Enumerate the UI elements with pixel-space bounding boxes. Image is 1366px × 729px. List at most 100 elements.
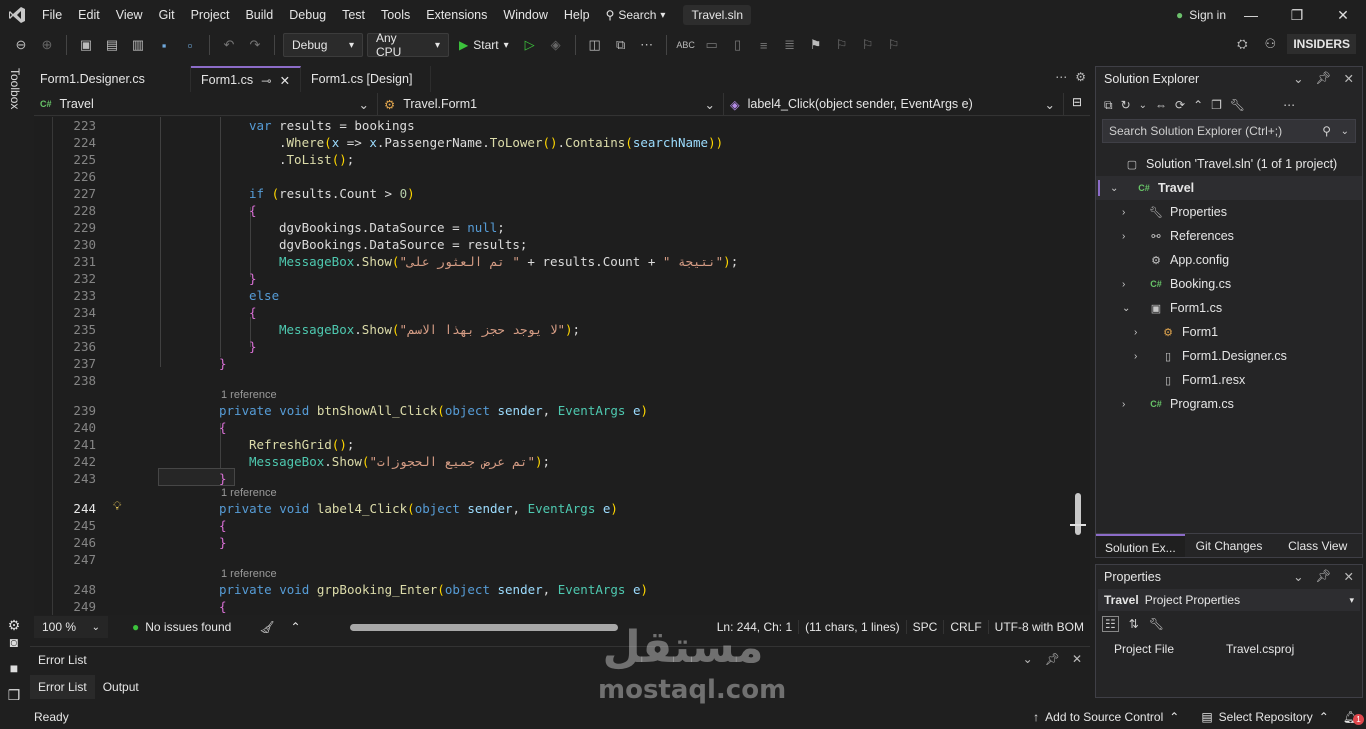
code-line[interactable]: 227 if (results.Count > 0) <box>34 185 1074 202</box>
chevron-right-icon[interactable]: › <box>1134 327 1146 338</box>
close-icon[interactable]: ✕ <box>1072 652 1082 666</box>
file-encoding[interactable]: UTF-8 with BOM <box>987 620 1090 634</box>
menu-tools[interactable]: Tools <box>373 0 418 30</box>
zoom-dropdown[interactable]: 100 % ⌄ <box>34 616 108 638</box>
refresh-icon[interactable]: ⟳ <box>1175 98 1185 112</box>
indent-icon[interactable]: ≡ <box>753 34 775 56</box>
more-icon[interactable]: ⋯ <box>636 34 658 56</box>
code-line[interactable]: 232} <box>34 270 1074 287</box>
platform-dropdown[interactable]: Any CPU ▾ <box>367 31 449 59</box>
categorized-icon[interactable]: ☷ <box>1102 616 1119 632</box>
close-icon[interactable]: ✕ <box>1344 569 1354 584</box>
tab-form1-cs[interactable]: Form1.cs ⊸ ✕ <box>191 66 301 92</box>
save-icon[interactable]: ▪ <box>153 34 175 56</box>
menu-build[interactable]: Build <box>237 0 281 30</box>
chevron-down-icon[interactable]: ⌄ <box>1110 183 1122 194</box>
chevron-down-icon[interactable]: ⌄ <box>1023 652 1033 666</box>
split-editor-icon[interactable]: ⊟ <box>1072 95 1082 115</box>
source-control-button[interactable]: ↑ Add to Source Control ⌃ <box>1033 710 1179 724</box>
menu-project[interactable]: Project <box>183 0 238 30</box>
properties-object-selector[interactable]: Travel Project Properties ▾ <box>1098 589 1360 611</box>
code-line[interactable]: 228 { <box>34 202 1074 219</box>
sign-in-button[interactable]: ● Sign in <box>1176 0 1226 30</box>
chevron-right-icon[interactable]: › <box>1122 279 1134 290</box>
property-row[interactable]: Project File Travel.csproj <box>1096 639 1362 659</box>
reference-codelens[interactable]: 1 reference <box>221 487 277 499</box>
menu-view[interactable]: View <box>108 0 151 30</box>
comment-icon[interactable]: ▭ <box>701 34 723 56</box>
search-menu[interactable]: ⚲ Search ▾ <box>598 8 674 22</box>
code-line[interactable]: 247 <box>34 551 1074 568</box>
menu-file[interactable]: File <box>34 0 70 30</box>
tab-form1-design[interactable]: Form1.cs [Design] <box>301 66 431 92</box>
tree-item[interactable]: › ⚙ Form1 <box>1096 320 1362 344</box>
code-line[interactable]: 230 dgvBookings.DataSource = results; <box>34 236 1074 253</box>
sync-icon[interactable]: ⇔ <box>1155 98 1167 112</box>
chevron-right-icon[interactable]: › <box>1134 351 1146 362</box>
tree-item[interactable]: › C# Program.cs <box>1096 392 1362 416</box>
settings-icon[interactable]: ⚙ <box>1075 70 1086 84</box>
tree-item[interactable]: ⚙ App.config <box>1096 248 1362 272</box>
tab-overflow-icon[interactable]: ⋯ <box>1055 70 1067 84</box>
windows-icon[interactable]: ❒ <box>4 687 24 707</box>
issues-indicator[interactable]: ● No issues found <box>124 620 239 634</box>
save-all-icon[interactable]: ▫ <box>179 34 201 56</box>
tab-solution-explorer[interactable]: Solution Ex... <box>1096 534 1185 557</box>
menu-help[interactable]: Help <box>556 0 598 30</box>
maximize-icon[interactable]: ❐ <box>1274 0 1320 30</box>
menu-test[interactable]: Test <box>334 0 373 30</box>
line-endings[interactable]: CRLF <box>943 620 987 634</box>
reference-codelens[interactable]: 1 reference <box>221 389 277 401</box>
hot-reload-icon[interactable]: ◈ <box>545 34 567 56</box>
start-button[interactable]: ▶ Start ▾ <box>453 38 515 52</box>
outdent-icon[interactable]: ≣ <box>779 34 801 56</box>
tab-class-view[interactable]: Class View <box>1273 534 1362 557</box>
back-icon[interactable]: ⊖ <box>10 34 32 56</box>
code-line[interactable]: 241 RefreshGrid(); <box>34 436 1074 453</box>
code-line[interactable]: 240 { <box>34 419 1074 436</box>
history-icon[interactable]: ↻ <box>1121 98 1131 112</box>
show-all-files-icon[interactable]: ❐ <box>1211 98 1222 112</box>
spell-check-icon[interactable]: ABC <box>675 34 697 56</box>
code-line[interactable]: 237} <box>34 355 1074 372</box>
redo-icon[interactable]: ↷ <box>244 34 266 56</box>
chevron-up-icon[interactable]: ⌃ <box>283 620 309 634</box>
tab-git-changes[interactable]: Git Changes <box>1185 534 1274 557</box>
tree-item[interactable]: › C# Booking.cs <box>1096 272 1362 296</box>
bookmark-icon[interactable]: ⚑ <box>805 34 827 56</box>
tab-error-list[interactable]: Error List <box>30 675 95 699</box>
switch-views-icon[interactable]: ⧉ <box>1104 98 1113 113</box>
tree-item[interactable]: › ▯ Form1.Designer.cs <box>1096 344 1362 368</box>
close-icon[interactable]: ✕ <box>1320 0 1366 30</box>
menu-edit[interactable]: Edit <box>70 0 108 30</box>
menu-debug[interactable]: Debug <box>281 0 334 30</box>
live-share-icon[interactable]: ⛭ <box>1231 33 1253 55</box>
reference-codelens[interactable]: 1 reference <box>221 568 277 580</box>
tree-item[interactable]: › ⚯ References <box>1096 224 1362 248</box>
windows-icon[interactable]: ⧉ <box>610 34 632 56</box>
tab-output[interactable]: Output <box>95 675 147 699</box>
chevron-right-icon[interactable]: › <box>1122 207 1134 218</box>
project-dropdown[interactable]: C# Travel ⌄ <box>34 93 378 115</box>
code-line[interactable]: 239 private void btnShowAll_Click(object … <box>34 402 1074 419</box>
pin-icon[interactable]: 📌︎ <box>1045 652 1060 666</box>
code-line[interactable]: 231 MessageBox.Show("تم العثور على " + re… <box>34 253 1074 270</box>
code-line[interactable]: 224 .Where(x => x.PassengerName.ToLower()… <box>34 134 1074 151</box>
code-line[interactable]: 233 else <box>34 287 1074 304</box>
menu-window[interactable]: Window <box>495 0 555 30</box>
clear-bookmarks-icon[interactable]: ⚐ <box>883 34 905 56</box>
code-line[interactable]: 246} <box>34 534 1074 551</box>
code-line[interactable]: 238 <box>34 372 1074 389</box>
solution-explorer-search[interactable]: Search Solution Explorer (Ctrl+;) ⚲ ⌄ <box>1102 119 1356 143</box>
forward-icon[interactable]: ⊕ <box>36 34 58 56</box>
code-line[interactable]: 243} <box>34 470 1074 487</box>
menu-extensions[interactable]: Extensions <box>418 0 495 30</box>
property-pages-icon[interactable]: 🔧︎ <box>1149 617 1164 631</box>
collapse-all-icon[interactable]: ⌃ <box>1193 98 1203 112</box>
code-line[interactable]: 229 dgvBookings.DataSource = null; <box>34 219 1074 236</box>
new-project-icon[interactable]: ▣ <box>75 34 97 56</box>
video-icon[interactable]: ■ <box>4 660 24 680</box>
code-line[interactable]: 244 private void label4_Click(object send… <box>34 500 1074 517</box>
editor-vertical-scrollbar[interactable] <box>1070 117 1088 615</box>
chevron-down-icon[interactable]: ⌄ <box>1341 126 1349 137</box>
